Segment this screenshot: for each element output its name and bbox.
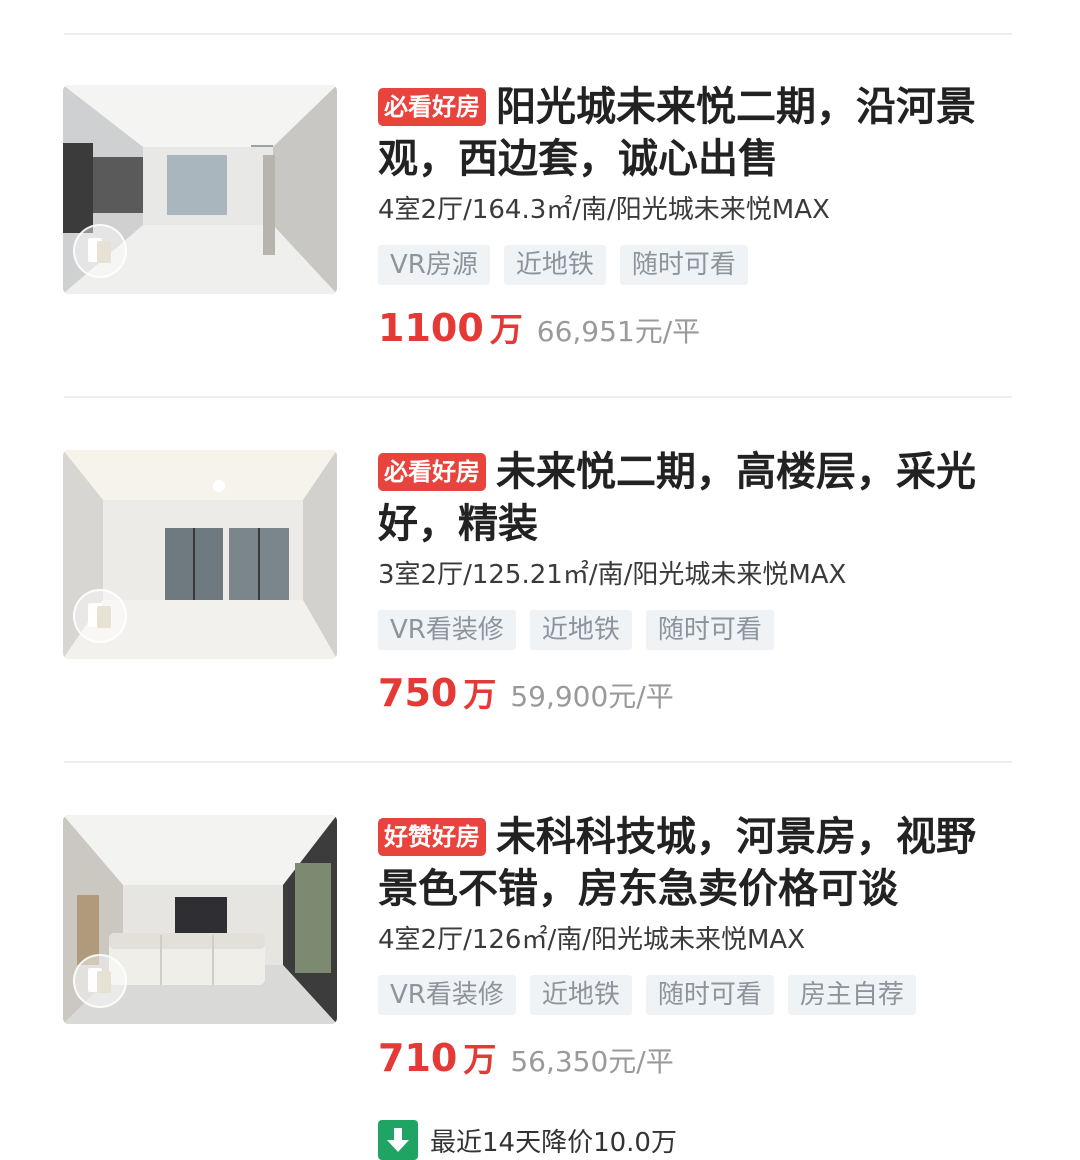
listing-photo[interactable] [63,450,337,659]
price-unit: 万 [463,675,497,714]
tag-viewing: 随时可看 [645,975,774,1015]
tag-vr: VR房源 [378,245,490,285]
tag-viewing: 随时可看 [619,245,748,285]
price-unit: 万 [489,310,523,349]
tag-owner: 房主自荐 [787,975,916,1015]
total-price: 1100 [378,306,484,350]
total-price: 710 [378,1036,458,1080]
listing-title[interactable]: 必看好房 阳光城未来悦二期，沿河景观，西边套，诚心出售 [378,81,998,185]
listing-title[interactable]: 必看好房 未来悦二期，高楼层，采光好，精装 [378,446,998,550]
unit-price: 66,951元/平 [536,315,701,348]
listing-photo[interactable] [63,85,337,294]
price-drop-notice: 最近14天降价10.0万 [378,1120,677,1160]
recommend-badge: 好赞好房 [378,818,486,856]
listing-card[interactable]: 必看好房 未来悦二期，高楼层，采光好，精装 3室2厅/125.21㎡/南/阳光城未… [0,449,1080,790]
tag-vr: VR看装修 [378,975,516,1015]
tag-list: VR房源 近地铁 随时可看 [378,245,748,285]
recommend-badge: 必看好房 [378,453,486,491]
vr-panorama-icon[interactable] [73,589,127,643]
price-row: 750 万 59,900元/平 [378,668,674,716]
listing-specs: 3室2厅/125.21㎡/南/阳光城未来悦MAX [378,560,847,590]
listing-divider [64,761,1012,763]
tag-subway: 近地铁 [529,610,632,650]
recommend-badge: 必看好房 [378,88,486,126]
vr-panorama-icon[interactable] [73,224,127,278]
tag-list: VR看装修 近地铁 随时可看 [378,610,774,650]
tag-viewing: 随时可看 [645,610,774,650]
price-unit: 万 [463,1040,497,1079]
price-row: 1100 万 66,951元/平 [378,303,700,351]
listing-photo[interactable] [63,815,337,1024]
tag-subway: 近地铁 [529,975,632,1015]
price-drop-text: 最近14天降价10.0万 [430,1127,677,1158]
tag-vr: VR看装修 [378,610,516,650]
total-price: 750 [378,671,458,715]
top-divider [64,33,1012,35]
listing-divider [64,396,1012,398]
vr-panorama-icon[interactable] [73,954,127,1008]
listing-specs: 4室2厅/164.3㎡/南/阳光城未来悦MAX [378,195,830,225]
arrow-down-icon [378,1120,418,1160]
listing-specs: 4室2厅/126㎡/南/阳光城未来悦MAX [378,925,806,955]
tag-subway: 近地铁 [503,245,606,285]
unit-price: 59,900元/平 [510,680,674,713]
price-row: 710 万 56,350元/平 [378,1033,674,1081]
tag-list: VR看装修 近地铁 随时可看 房主自荐 [378,975,916,1015]
listing-title[interactable]: 好赞好房 未科科技城，河景房，视野景色不错，房东急卖价格可谈 [378,811,998,915]
unit-price: 56,350元/平 [510,1045,674,1078]
listing-card[interactable]: 好赞好房 未科科技城，河景房，视野景色不错，房东急卖价格可谈 4室2厅/126㎡/… [0,814,1080,1160]
listing-card[interactable]: 必看好房 阳光城未来悦二期，沿河景观，西边套，诚心出售 4室2厅/164.3㎡/南… [0,84,1080,425]
